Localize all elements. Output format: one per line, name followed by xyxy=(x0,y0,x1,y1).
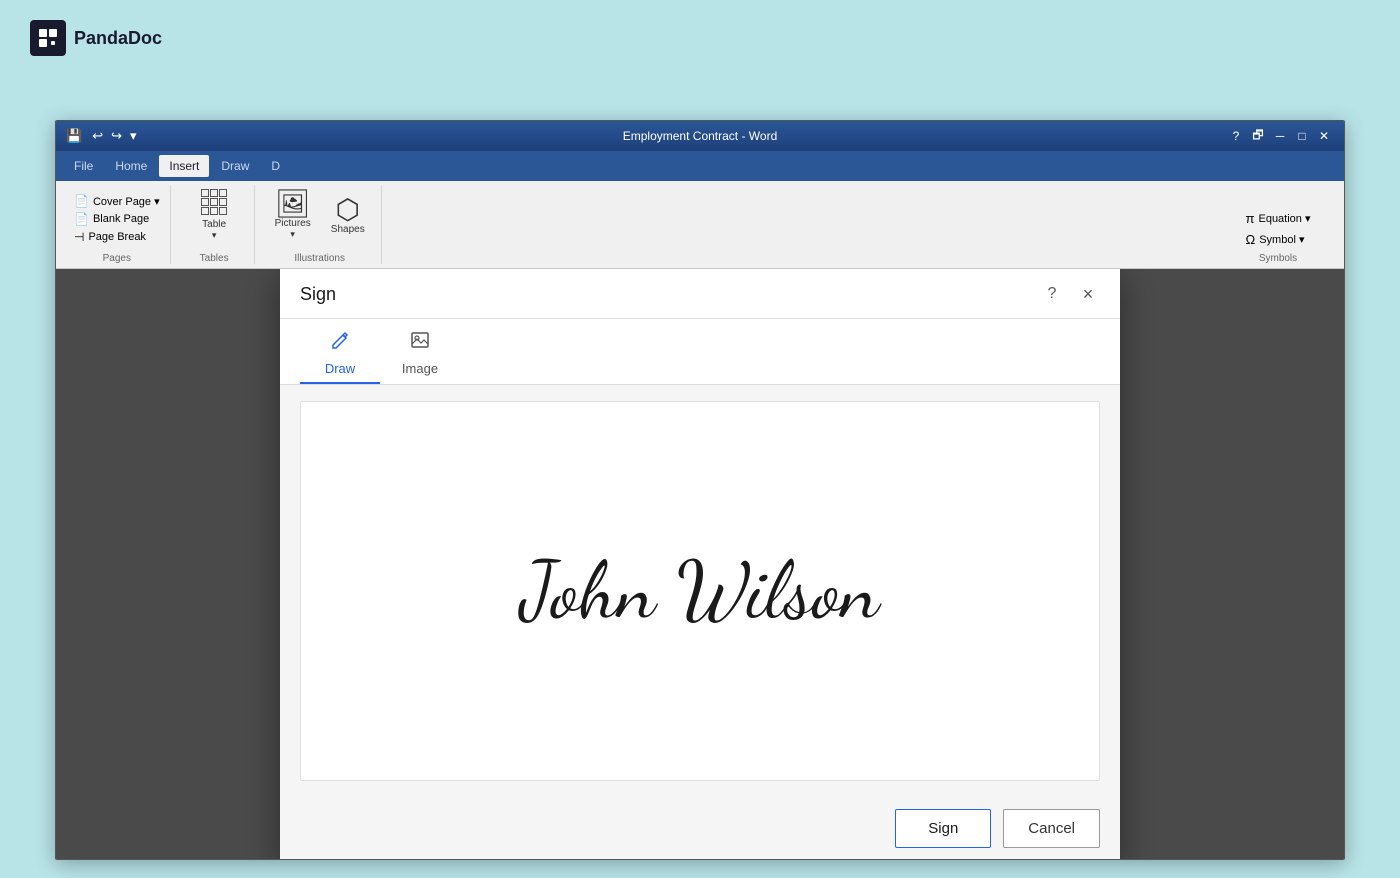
tab-insert[interactable]: Insert xyxy=(159,155,209,177)
word-window: 💾 ↩ ↪ ▾ Employment Contract - Word ? 🗗 ─… xyxy=(55,120,1345,860)
dialog-help-button[interactable]: ? xyxy=(1040,282,1064,306)
signature-text: John Wilson xyxy=(521,543,879,639)
pages-group-label: Pages xyxy=(103,253,131,264)
tables-group-label: Tables xyxy=(200,253,229,264)
tab-draw[interactable]: Draw xyxy=(211,155,259,177)
pictures-arrow: ▾ xyxy=(290,229,295,240)
dialog-body: John Wilson xyxy=(280,385,1120,797)
dialog-header: Sign ? × xyxy=(280,269,1120,319)
equation-icon: π xyxy=(1246,211,1255,226)
ribbon-group-pages: 📄 Cover Page ▾ 📄 Blank Page ⊣ Page Break… xyxy=(64,185,171,264)
page-break-label: Page Break xyxy=(88,231,145,243)
tab-image[interactable]: Image xyxy=(380,319,460,384)
table-label: Table xyxy=(202,219,226,230)
modal-overlay: Sign ? × xyxy=(56,269,1344,860)
shapes-button[interactable]: ⬡ Shapes xyxy=(323,185,373,245)
shapes-icon: ⬡ xyxy=(336,196,360,224)
tab-design[interactable]: D xyxy=(261,155,290,177)
cancel-button[interactable]: Cancel xyxy=(1003,809,1100,848)
minimize-button[interactable]: ─ xyxy=(1270,126,1290,146)
symbol-icon: Ω xyxy=(1246,232,1256,247)
ribbon-content: 📄 Cover Page ▾ 📄 Blank Page ⊣ Page Break… xyxy=(56,181,1344,269)
customize-icon[interactable]: ▾ xyxy=(130,128,137,144)
pages-list: 📄 Cover Page ▾ 📄 Blank Page ⊣ Page Break xyxy=(72,193,162,245)
window-controls: ? 🗗 ─ □ ✕ xyxy=(1226,126,1334,146)
pictures-icon: 🖼 xyxy=(275,190,311,218)
window-title: Employment Contract - Word xyxy=(623,129,778,143)
tab-file[interactable]: File xyxy=(64,155,103,177)
save-icon[interactable]: 💾 xyxy=(66,128,82,144)
symbol-item[interactable]: Ω Symbol ▾ xyxy=(1242,230,1315,249)
dialog-tabs: Draw Image xyxy=(280,319,1120,385)
illustrations-items: 🖼 Pictures ▾ ⬡ Shapes xyxy=(267,185,373,245)
title-bar-left: 💾 ↩ ↪ ▾ xyxy=(66,128,137,144)
close-button[interactable]: ✕ xyxy=(1314,126,1334,146)
sign-button[interactable]: Sign xyxy=(895,809,991,848)
image-tab-label: Image xyxy=(402,361,438,384)
page-break-icon: ⊣ xyxy=(74,230,84,244)
redo-icon[interactable]: ↪ xyxy=(111,128,122,144)
tables-items: Table ▾ xyxy=(189,185,239,245)
help-button[interactable]: ? xyxy=(1226,126,1246,146)
tab-draw[interactable]: Draw xyxy=(300,319,380,384)
ribbon-group-illustrations: 🖼 Pictures ▾ ⬡ Shapes Illustrations xyxy=(259,185,382,264)
cover-page-item[interactable]: 📄 Cover Page ▾ xyxy=(72,193,162,209)
pandadoc-name-label: PandaDoc xyxy=(74,28,162,49)
pages-items: 📄 Cover Page ▾ 📄 Blank Page ⊣ Page Break xyxy=(72,193,162,245)
equation-item[interactable]: π Equation ▾ xyxy=(1242,209,1315,228)
undo-icon[interactable]: ↩ xyxy=(92,128,103,144)
symbol-label: Symbol ▾ xyxy=(1259,233,1304,246)
signature-canvas[interactable]: John Wilson xyxy=(300,401,1100,781)
blank-page-item[interactable]: 📄 Blank Page xyxy=(72,211,162,227)
tab-home[interactable]: Home xyxy=(105,155,157,177)
page-break-item[interactable]: ⊣ Page Break xyxy=(72,229,162,245)
dialog-header-actions: ? × xyxy=(1040,282,1100,306)
title-bar: 💾 ↩ ↪ ▾ Employment Contract - Word ? 🗗 ─… xyxy=(56,121,1344,151)
pandadoc-logo xyxy=(30,20,66,56)
cover-page-label: Cover Page ▾ xyxy=(93,195,160,208)
pictures-button[interactable]: 🖼 Pictures ▾ xyxy=(267,185,319,245)
restore-button[interactable]: 🗗 xyxy=(1248,126,1268,146)
dialog-footer: Sign Cancel xyxy=(280,797,1120,860)
symbols-group-label: Symbols xyxy=(1259,253,1297,264)
sign-dialog: Sign ? × xyxy=(280,269,1120,860)
document-area: Sign ? × xyxy=(56,269,1344,860)
maximize-button[interactable]: □ xyxy=(1292,126,1312,146)
dialog-title: Sign xyxy=(300,284,336,305)
ribbon-group-symbols: π Equation ▾ Ω Symbol ▾ Symbols xyxy=(1228,185,1328,264)
blank-page-icon: 📄 xyxy=(74,212,89,226)
draw-tab-icon xyxy=(329,329,351,357)
dialog-close-button[interactable]: × xyxy=(1076,282,1100,306)
ribbon-group-tables: Table ▾ Tables xyxy=(175,185,255,264)
image-tab-icon xyxy=(409,329,431,357)
illustrations-group-label: Illustrations xyxy=(294,253,345,264)
ribbon-tabs: File Home Insert Draw D xyxy=(56,151,1344,181)
blank-page-label: Blank Page xyxy=(93,213,149,225)
draw-tab-label: Draw xyxy=(325,361,355,384)
pictures-label: Pictures xyxy=(275,218,311,229)
table-button[interactable]: Table ▾ xyxy=(189,185,239,245)
equation-label: Equation ▾ xyxy=(1258,212,1310,225)
symbols-items: π Equation ▾ Ω Symbol ▾ xyxy=(1242,209,1315,249)
table-grid-icon xyxy=(201,189,227,215)
table-arrow: ▾ xyxy=(212,230,217,241)
shapes-label: Shapes xyxy=(331,224,365,235)
cover-page-icon: 📄 xyxy=(74,194,89,208)
pandadoc-header: PandaDoc xyxy=(30,20,162,56)
ribbon-right: π Equation ▾ Ω Symbol ▾ Symbols xyxy=(1220,185,1336,264)
